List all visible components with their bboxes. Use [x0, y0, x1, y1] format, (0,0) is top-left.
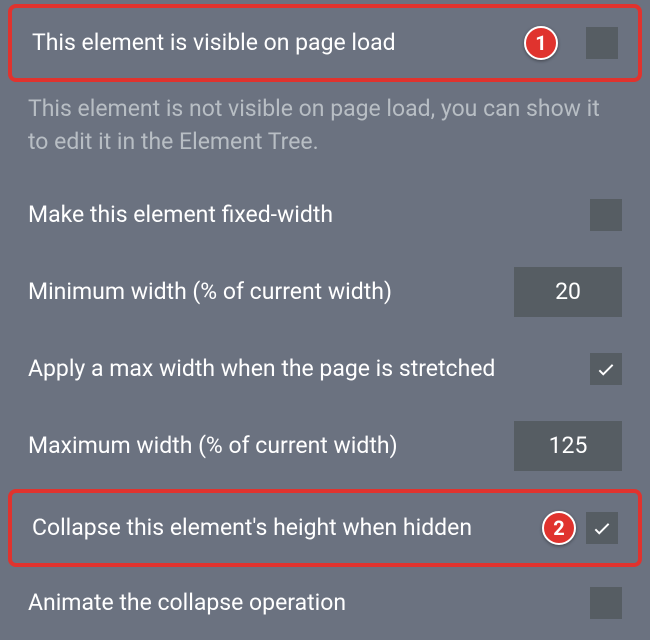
label-max-width: Maximum width (% of current width) — [28, 430, 514, 461]
label-min-width: Minimum width (% of current width) — [28, 276, 514, 307]
checkbox-animate-collapse[interactable] — [590, 587, 622, 619]
label-collapse-when-hidden: Collapse this element's height when hidd… — [32, 512, 530, 543]
checkbox-collapse-when-hidden[interactable] — [586, 512, 618, 544]
highlight-box-1: This element is visible on page load 1 — [8, 4, 642, 82]
check-icon — [595, 358, 617, 380]
row-animate-collapse: Animate the collapse operation — [0, 569, 650, 637]
label-visible-on-load: This element is visible on page load — [32, 27, 512, 58]
row-fixed-width: Make this element fixed-width — [0, 181, 650, 249]
label-animate-collapse: Animate the collapse operation — [28, 587, 590, 618]
row-min-width: Minimum width (% of current width) — [0, 249, 650, 335]
checkbox-visible-on-load[interactable] — [586, 27, 618, 59]
label-apply-max-width: Apply a max width when the page is stret… — [28, 353, 590, 384]
input-min-width[interactable] — [514, 267, 622, 317]
highlight-box-2: Collapse this element's height when hidd… — [8, 489, 642, 567]
hint-not-visible: This element is not visible on page load… — [0, 84, 650, 181]
check-icon — [591, 517, 613, 539]
label-fixed-width: Make this element fixed-width — [28, 199, 590, 230]
input-max-width[interactable] — [514, 421, 622, 471]
settings-panel: This element is visible on page load 1 T… — [0, 4, 650, 637]
row-max-width: Maximum width (% of current width) — [0, 403, 650, 489]
checkbox-apply-max-width[interactable] — [590, 353, 622, 385]
annotation-badge-2: 2 — [542, 511, 576, 545]
checkbox-fixed-width[interactable] — [590, 199, 622, 231]
row-apply-max-width: Apply a max width when the page is stret… — [0, 335, 650, 403]
row-visible-on-load: This element is visible on page load 1 — [12, 8, 638, 78]
annotation-badge-1: 1 — [524, 26, 558, 60]
row-collapse-when-hidden: Collapse this element's height when hidd… — [12, 493, 638, 563]
